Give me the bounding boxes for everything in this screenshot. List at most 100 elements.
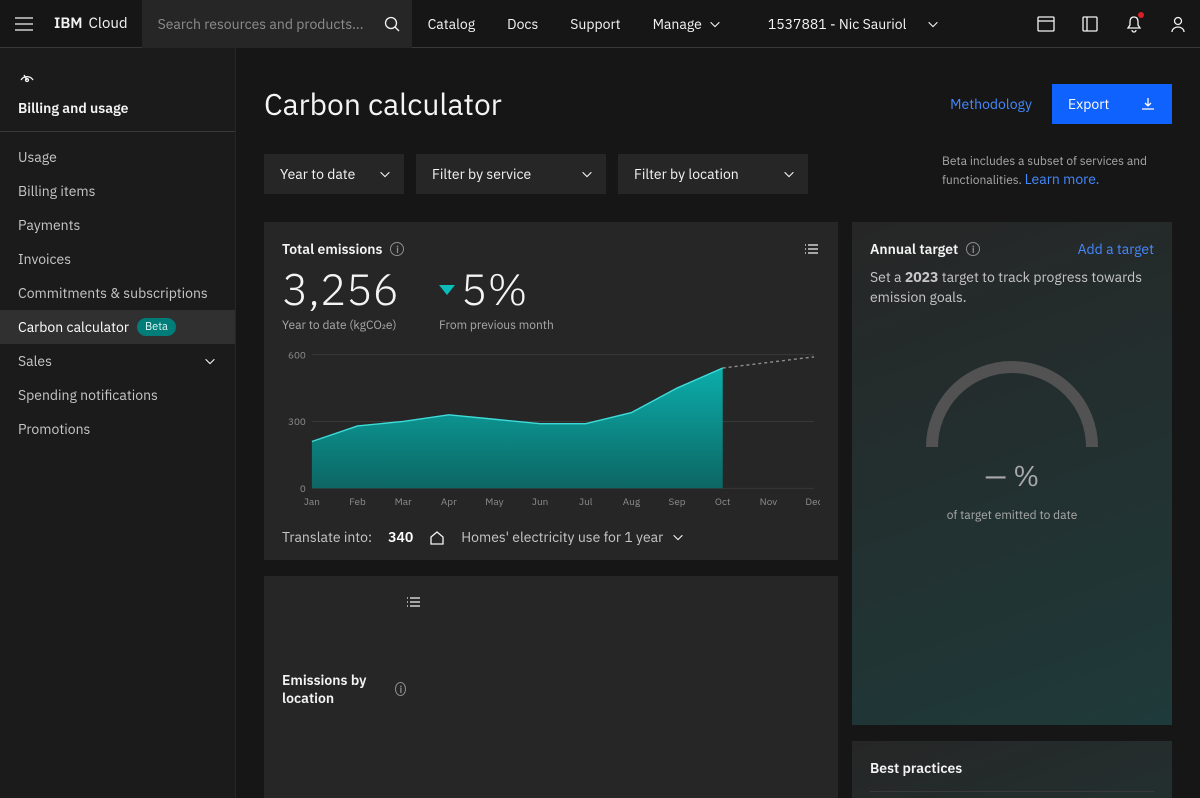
gauge-arc-icon (912, 347, 1112, 457)
emissions-chart: 0300600JanFebMarAprMayJunJulAugSepOctNov… (282, 349, 820, 514)
export-button[interactable]: Export (1052, 84, 1172, 124)
sidebar-section-title: Billing and usage (0, 95, 235, 132)
home-icon (429, 529, 445, 545)
user-avatar[interactable] (1156, 0, 1200, 48)
chevron-down-icon (708, 17, 722, 31)
svg-text:May: May (485, 496, 503, 509)
annual-target-card: Annual target i Add a target Set a 2023 … (852, 222, 1172, 725)
sidebar-item-spending-notifications[interactable]: Spending notifications (0, 378, 235, 412)
filter-service[interactable]: Filter by service (416, 154, 606, 194)
brand-light: Cloud (89, 14, 128, 33)
beta-note: Beta includes a subset of services and f… (942, 154, 1172, 188)
brand-bold: IBM (54, 14, 83, 33)
info-icon[interactable]: i (966, 242, 980, 256)
location-title: Emissions by location (282, 671, 387, 707)
list-icon[interactable] (804, 241, 820, 257)
notifications[interactable] (1112, 0, 1156, 48)
list-icon[interactable] (406, 594, 820, 784)
add-target-link[interactable]: Add a target (1078, 240, 1154, 258)
svg-text:Jun: Jun (532, 496, 548, 509)
meter-icon (18, 66, 36, 84)
translate-unit-dropdown[interactable]: Homes' electricity use for 1 year (461, 528, 685, 546)
chevron-down-icon (671, 530, 685, 544)
emissions-delta: 5% (461, 268, 527, 312)
chevron-down-icon (782, 167, 796, 181)
chevron-down-icon (580, 167, 594, 181)
hamburger-icon (15, 17, 33, 31)
learn-more-link[interactable]: Learn more. (1025, 170, 1100, 188)
info-icon[interactable]: i (390, 242, 404, 256)
sidebar-item-payments[interactable]: Payments (0, 208, 235, 242)
target-body: Set a 2023 target to track progress towa… (870, 268, 1154, 307)
svg-text:Aug: Aug (623, 496, 641, 509)
svg-text:0: 0 (300, 482, 306, 495)
nav-catalog[interactable]: Catalog (412, 0, 492, 48)
trend-down-icon (439, 285, 455, 295)
menu-toggle[interactable] (0, 0, 48, 48)
sidebar-item-carbon-calculator[interactable]: Carbon calculator Beta (0, 310, 235, 344)
shell-icon-1[interactable] (1024, 0, 1068, 48)
target-title: Annual target (870, 240, 958, 258)
beta-badge: Beta (137, 318, 176, 336)
filter-location[interactable]: Filter by location (618, 154, 808, 194)
download-icon (1140, 96, 1156, 112)
chevron-down-icon (203, 354, 217, 368)
svg-text:Jul: Jul (579, 496, 593, 509)
svg-text:Mar: Mar (395, 496, 413, 509)
sidebar-item-invoices[interactable]: Invoices (0, 242, 235, 276)
sidebar-item-sales[interactable]: Sales (0, 344, 235, 378)
filter-date[interactable]: Year to date (264, 154, 404, 194)
nav-support[interactable]: Support (554, 0, 636, 48)
catalog-icon (1081, 15, 1099, 33)
svg-text:Nov: Nov (760, 496, 778, 509)
best-practices-card: Best practices ✦ Compress your data Save… (852, 741, 1172, 798)
info-icon[interactable]: i (395, 682, 406, 696)
world-map[interactable] (282, 794, 820, 798)
sidebar-item-commitments[interactable]: Commitments & subscriptions (0, 276, 235, 310)
sidebar-item-billing-items[interactable]: Billing items (0, 174, 235, 208)
sidebar-icon (0, 66, 235, 95)
account-label: 1537881 - Nic Sauriol (768, 15, 907, 33)
top-nav: Catalog Docs Support Manage (412, 0, 738, 48)
global-search[interactable]: Search resources and products... (142, 0, 412, 48)
svg-text:Oct: Oct (715, 496, 731, 509)
main-content: Carbon calculator Methodology Export Yea… (236, 48, 1200, 798)
emissions-delta-sub: From previous month (439, 318, 554, 333)
bp-item[interactable]: ✦ Compress your data Save carbon by redu… (870, 791, 1154, 798)
svg-text:Sep: Sep (669, 496, 686, 509)
svg-text:600: 600 (288, 349, 306, 361)
nav-manage[interactable]: Manage (637, 0, 738, 48)
global-header: IBM Cloud Search resources and products.… (0, 0, 1200, 48)
target-gauge: — % of target emitted to date (870, 347, 1154, 523)
emissions-by-location-card: Emissions by location i (264, 576, 838, 798)
emissions-value: 3,256 (282, 268, 399, 312)
emissions-title: Total emissions (282, 240, 382, 258)
user-icon (1169, 15, 1187, 33)
chevron-down-icon (926, 17, 940, 31)
svg-text:Dec: Dec (805, 496, 820, 509)
sidebar-item-promotions[interactable]: Promotions (0, 412, 235, 446)
page-title: Carbon calculator (264, 85, 502, 124)
notification-dot (1138, 12, 1144, 18)
methodology-link[interactable]: Methodology (950, 95, 1032, 113)
shell-icon-2[interactable] (1068, 0, 1112, 48)
translate-label: Translate into: (282, 528, 372, 546)
svg-text:Jan: Jan (304, 496, 320, 509)
total-emissions-card: Total emissions i 3,256 Year to date (kg… (264, 222, 838, 560)
header-icons (1024, 0, 1200, 48)
gauge-value: — % (985, 457, 1039, 494)
nav-docs[interactable]: Docs (491, 0, 554, 48)
brand[interactable]: IBM Cloud (48, 14, 142, 33)
search-icon (384, 16, 400, 32)
svg-text:300: 300 (288, 416, 306, 429)
console-icon (1037, 15, 1055, 33)
emissions-sub: Year to date (kgCO₂e) (282, 318, 399, 333)
sidebar-item-usage[interactable]: Usage (0, 140, 235, 174)
chevron-down-icon (378, 167, 392, 181)
translate-value: 340 (388, 528, 413, 546)
account-switcher[interactable]: 1537881 - Nic Sauriol (738, 0, 961, 48)
svg-text:Apr: Apr (441, 496, 457, 509)
gauge-sub: of target emitted to date (947, 508, 1078, 523)
sidebar: Billing and usage Usage Billing items Pa… (0, 48, 236, 798)
search-placeholder: Search resources and products... (158, 15, 364, 33)
